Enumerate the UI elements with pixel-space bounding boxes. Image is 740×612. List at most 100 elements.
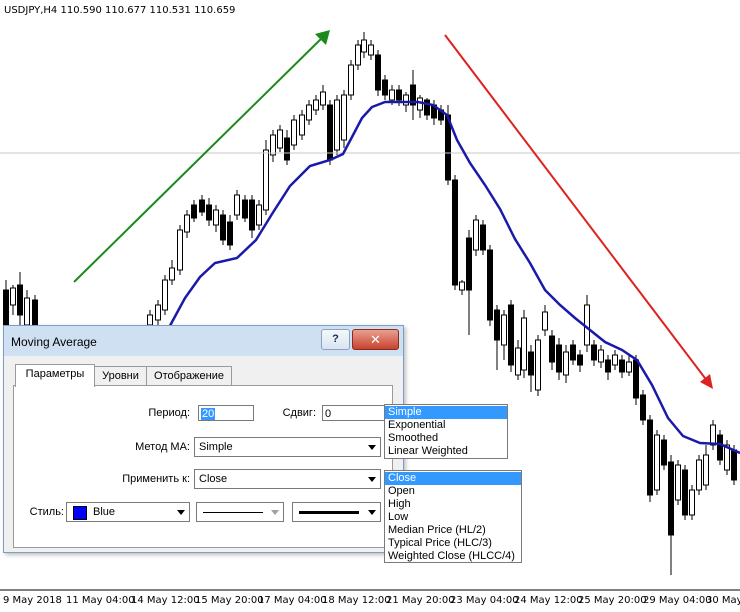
candle-body bbox=[626, 361, 632, 373]
candle-body bbox=[515, 347, 521, 376]
dialog-title: Moving Average bbox=[11, 335, 97, 349]
close-button[interactable]: ✕ bbox=[352, 329, 399, 350]
apply-option-typical[interactable]: Typical Price (HLC/3) bbox=[385, 537, 521, 550]
color-select[interactable]: Blue bbox=[66, 502, 190, 522]
apply-option-low[interactable]: Low bbox=[385, 511, 521, 524]
dialog-titlebar[interactable]: Moving Average ? ✕ bbox=[4, 326, 403, 356]
candle-body bbox=[682, 469, 688, 516]
candle-body bbox=[270, 134, 276, 156]
candle-body bbox=[508, 304, 514, 366]
candle-body bbox=[213, 209, 219, 226]
apply-to-label: Применить к: bbox=[122, 473, 190, 485]
apply-to-value: Close bbox=[199, 473, 228, 485]
candle-body bbox=[389, 89, 395, 101]
candle-body bbox=[396, 89, 402, 101]
candle-body bbox=[619, 359, 625, 373]
chevron-down-icon bbox=[271, 510, 279, 515]
candle-body bbox=[199, 199, 205, 213]
ma-method-dropdown[interactable]: Simple Exponential Smoothed Linear Weigh… bbox=[384, 404, 508, 459]
line-style-select[interactable] bbox=[196, 502, 284, 522]
candle-body bbox=[348, 64, 354, 96]
apply-to-select[interactable]: Close bbox=[194, 469, 381, 489]
apply-option-open[interactable]: Open bbox=[385, 485, 521, 498]
shift-value: 0 bbox=[325, 408, 332, 420]
candle-body bbox=[263, 149, 269, 211]
time-axis: 9 May 2018 11 May 04:00 14 May 12:00 15 … bbox=[0, 595, 740, 609]
candle-body bbox=[361, 39, 367, 53]
candle-body bbox=[647, 419, 653, 496]
candle-body bbox=[494, 309, 500, 341]
candle-body bbox=[633, 359, 639, 399]
line-width-select[interactable] bbox=[292, 502, 381, 522]
candle-body bbox=[206, 204, 212, 221]
candle-body bbox=[452, 179, 458, 286]
candle-body bbox=[234, 194, 240, 216]
candle-body bbox=[177, 229, 183, 271]
time-axis-label: 11 May 04:00 bbox=[66, 595, 135, 606]
method-option-linear-weighted[interactable]: Linear Weighted bbox=[385, 445, 507, 458]
tab-levels[interactable]: Уровни bbox=[94, 366, 147, 386]
apply-option-close[interactable]: Close bbox=[385, 472, 521, 485]
time-axis-label: 9 May 2018 bbox=[3, 595, 62, 606]
candle-body bbox=[668, 461, 674, 536]
candle-body bbox=[654, 434, 660, 491]
candle-body bbox=[220, 214, 226, 241]
candle-body bbox=[542, 311, 548, 331]
ma-method-select[interactable]: Simple bbox=[194, 437, 381, 457]
method-option-exponential[interactable]: Exponential bbox=[385, 419, 507, 432]
time-axis-label: 21 May 20:00 bbox=[386, 595, 455, 606]
candle-body bbox=[661, 439, 667, 466]
candle-body bbox=[563, 351, 569, 376]
style-label: Стиль: bbox=[29, 506, 64, 518]
apply-to-dropdown[interactable]: Close Open High Low Median Price (HL/2) … bbox=[384, 470, 522, 563]
candle-body bbox=[689, 489, 695, 516]
color-value: Blue bbox=[93, 506, 116, 518]
candle-body bbox=[710, 424, 716, 446]
candle-body bbox=[403, 94, 409, 106]
candle-body bbox=[249, 199, 255, 231]
candle-body bbox=[277, 129, 283, 149]
chart-symbol-title: USDJPY,H4 110.590 110.677 110.531 110.65… bbox=[4, 5, 236, 16]
chevron-down-icon bbox=[368, 477, 376, 482]
candle-body bbox=[162, 279, 168, 311]
candle-body bbox=[10, 287, 16, 306]
time-axis-label: 14 May 12:00 bbox=[131, 595, 200, 606]
candle-body bbox=[306, 104, 312, 121]
line-width-thick-icon bbox=[299, 511, 359, 514]
candle-body bbox=[521, 317, 527, 371]
time-axis-label: 24 May 12:00 bbox=[514, 595, 583, 606]
parameters-panel: Период: 20 Сдвиг: 0 Метод MA: Simple При… bbox=[13, 385, 393, 548]
time-axis-label: 18 May 12:00 bbox=[322, 595, 391, 606]
tab-display[interactable]: Отображение bbox=[146, 366, 232, 386]
method-option-simple[interactable]: Simple bbox=[385, 406, 507, 419]
candle-body bbox=[191, 204, 197, 219]
candle-body bbox=[696, 459, 702, 491]
moving-average-dialog[interactable]: Moving Average ? ✕ Параметры Уровни Отоб… bbox=[3, 325, 404, 553]
candle-body bbox=[382, 79, 388, 96]
candle-body bbox=[24, 297, 30, 326]
candle-body bbox=[242, 199, 248, 219]
candle-body bbox=[334, 99, 340, 151]
shift-input[interactable]: 0 bbox=[322, 405, 386, 421]
help-button[interactable]: ? bbox=[321, 329, 350, 350]
period-label: Период: bbox=[148, 407, 190, 419]
period-input[interactable]: 20 bbox=[198, 405, 254, 421]
candle-body bbox=[256, 204, 262, 226]
ma-method-label: Метод MA: bbox=[135, 441, 190, 453]
tab-parameters[interactable]: Параметры bbox=[15, 364, 95, 387]
apply-option-median[interactable]: Median Price (HL/2) bbox=[385, 524, 521, 537]
candle-body bbox=[299, 114, 305, 136]
time-axis-label: 17 May 04:00 bbox=[258, 595, 327, 606]
time-axis-label: 15 May 20:00 bbox=[195, 595, 264, 606]
method-option-smoothed[interactable]: Smoothed bbox=[385, 432, 507, 445]
candle-body bbox=[473, 219, 479, 251]
chevron-down-icon bbox=[368, 445, 376, 450]
apply-option-weighted[interactable]: Weighted Close (HLCC/4) bbox=[385, 550, 521, 563]
candle-body bbox=[556, 344, 562, 373]
apply-option-high[interactable]: High bbox=[385, 498, 521, 511]
candle-body bbox=[501, 314, 507, 346]
candle-body bbox=[570, 344, 576, 361]
candle-body bbox=[612, 354, 618, 366]
candle-body bbox=[320, 91, 326, 106]
downtrend-arrow-head bbox=[700, 374, 713, 389]
